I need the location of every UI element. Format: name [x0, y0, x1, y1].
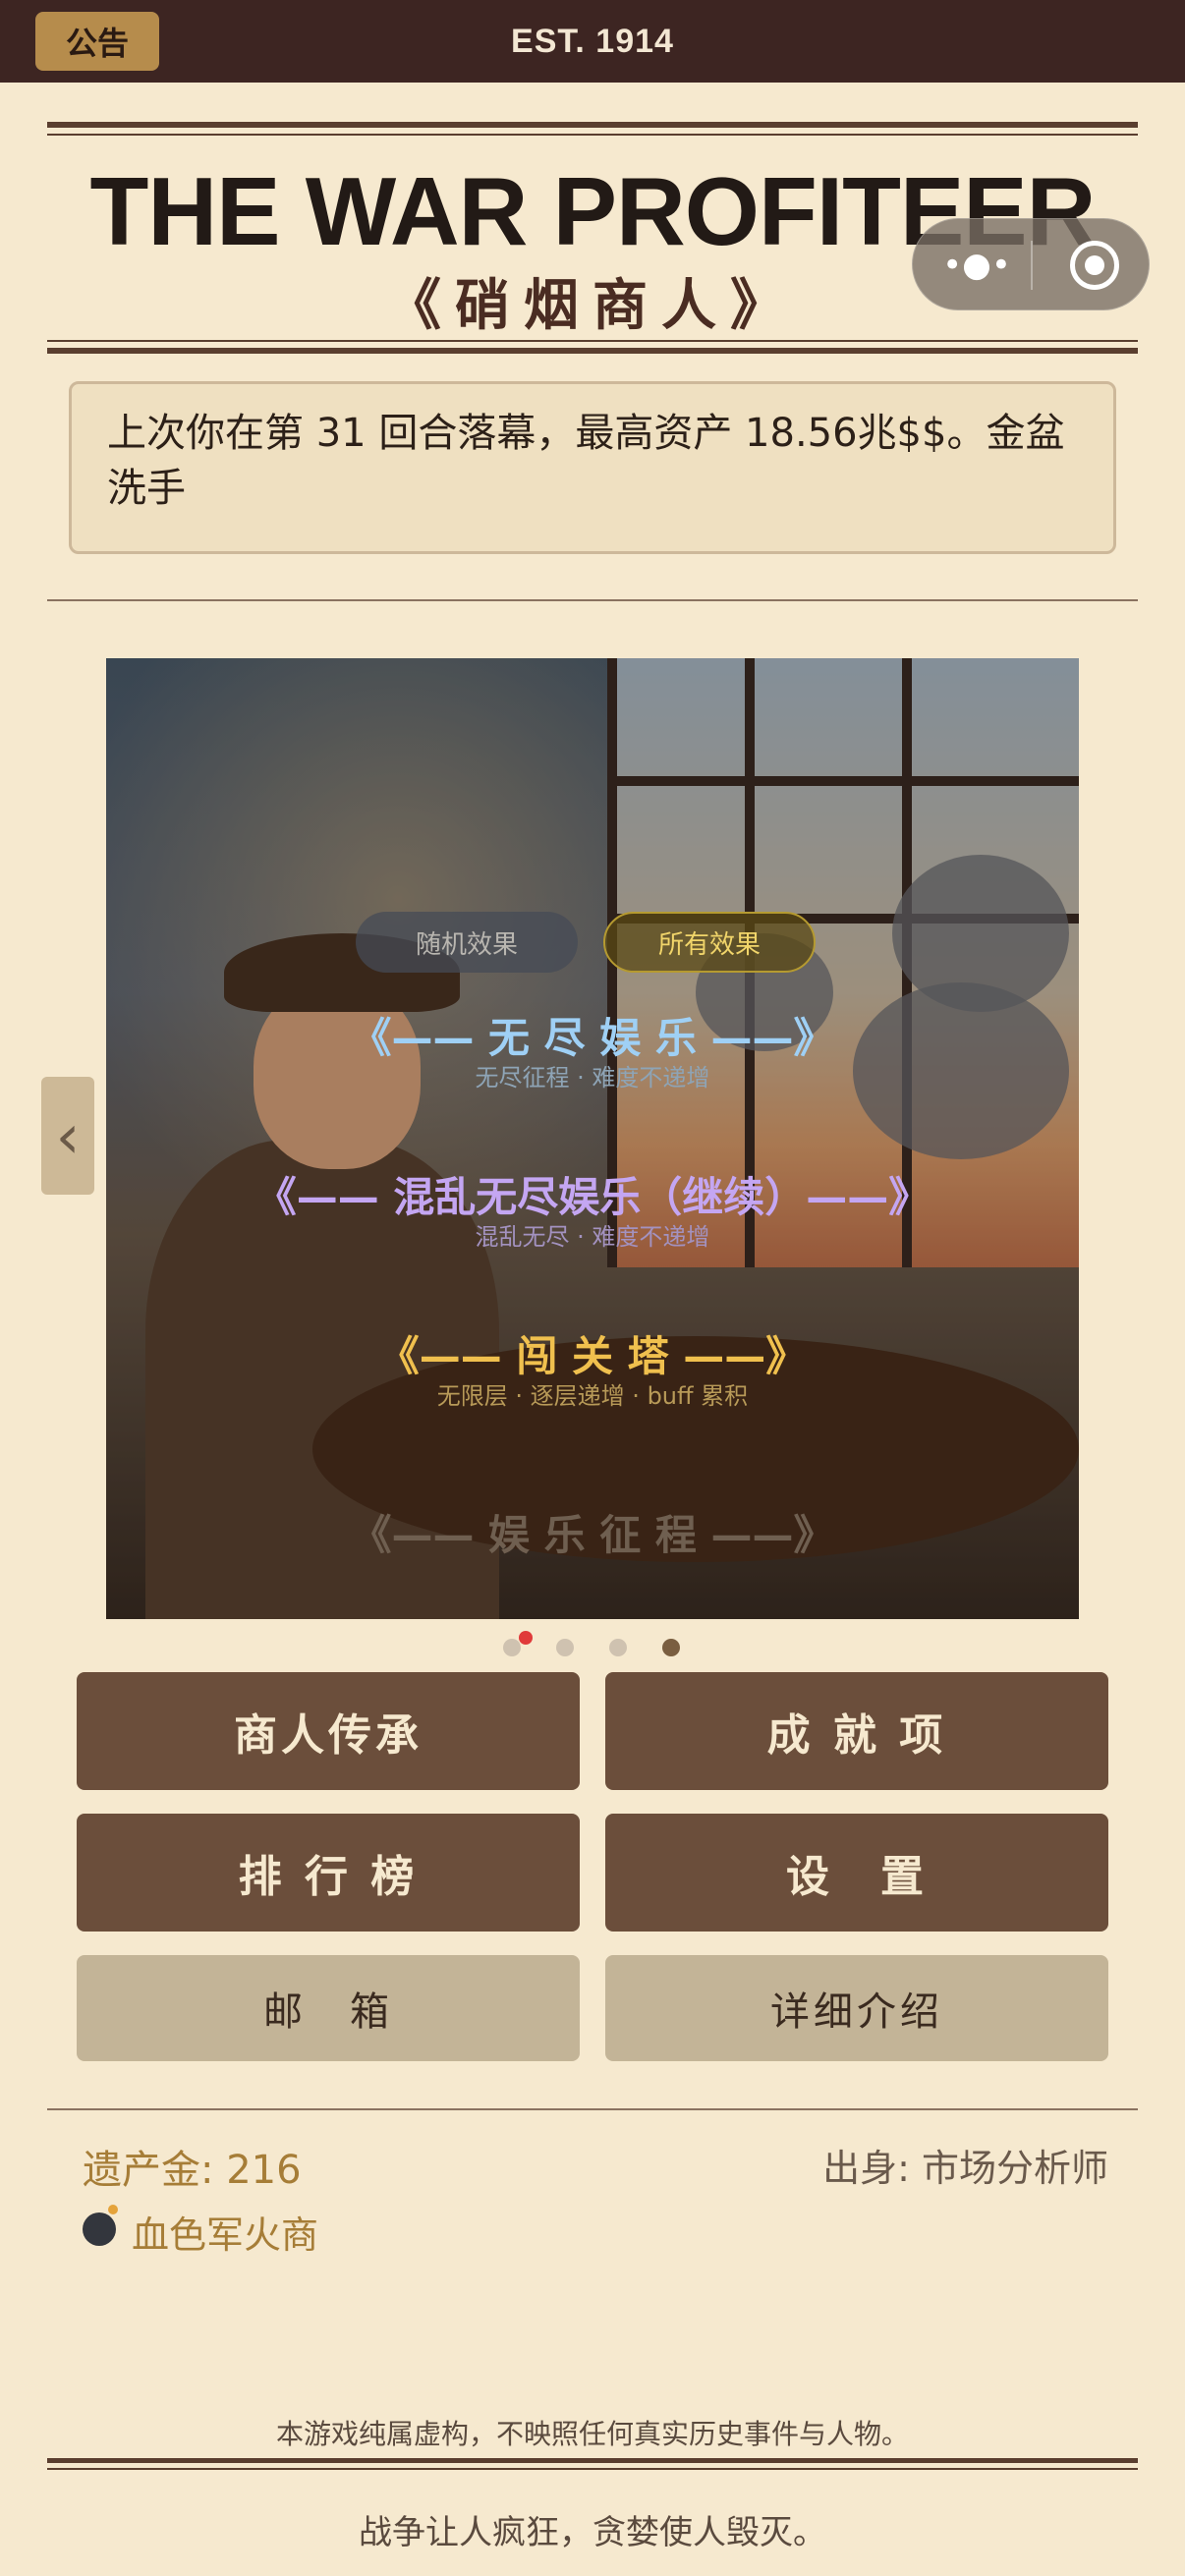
origin-label: 出身: 市场分析师 [822, 2147, 1108, 2190]
chevron-left-icon[interactable]: ‹ [41, 1077, 94, 1195]
mode-title: 《—— 闯 关 塔 ——》 [377, 1332, 808, 1380]
last-game-message: 上次你在第 31 回合落幕，最高资产 18.56兆$$。金盆洗手 [69, 381, 1116, 554]
stats-divider [47, 2108, 1138, 2110]
more-dots-icon[interactable]: •●• [942, 247, 1011, 284]
est-label: EST. 1914 [511, 22, 674, 60]
header-top-rule-thin [47, 134, 1138, 136]
target-close-icon[interactable] [1070, 241, 1119, 290]
mode-title: 《—— 娱 乐 征 程 ——》 [350, 1511, 835, 1559]
mode-subtitle: 无尽征程 · 难度不递增 [475, 1064, 710, 1092]
mode-title: 《—— 无 尽 娱 乐 ——》 [350, 1014, 835, 1062]
motto-text: 战争让人疯狂，贪婪使人毁灭。 [359, 2513, 826, 2552]
heritage-button[interactable]: 商人传承 [77, 1672, 580, 1790]
mode-subtitle: 混乱无尽 · 难度不递增 [475, 1223, 710, 1251]
header-bottom-rule-thin [47, 340, 1138, 342]
settings-button[interactable]: 设 置 [605, 1814, 1108, 1932]
mini-program-capsule: •●• [912, 218, 1150, 310]
top-bar: 公告 EST. 1914 [0, 0, 1185, 83]
carousel-dot[interactable] [662, 1639, 680, 1656]
mode-journey[interactable]: 《—— 娱 乐 征 程 ——》 [106, 1511, 1079, 1560]
leaderboard-button[interactable]: 排 行 榜 [77, 1814, 580, 1932]
mode-banner[interactable]: 随机效果 所有效果 《—— 无 尽 娱 乐 ——》 无尽征程 · 难度不递增 《… [106, 658, 1079, 1619]
carousel-dot-active[interactable] [503, 1639, 521, 1656]
player-title: 血色军火商 [132, 2213, 319, 2257]
carousel-dot-active-marker [519, 1631, 533, 1645]
capsule-divider [1031, 241, 1033, 290]
mode-subtitle: 无限层 · 逐层递增 · buff 累积 [436, 1382, 749, 1410]
section-divider [47, 599, 1138, 601]
mode-chaos-endless[interactable]: 《—— 混乱无尽娱乐（继续）——》 混乱无尽 · 难度不递增 [106, 1173, 1079, 1252]
bomb-icon [83, 2205, 118, 2246]
disclaimer-text: 本游戏纯属虚构，不映照任何真实历史事件与人物。 [275, 2418, 909, 2450]
details-button[interactable]: 详细介绍 [605, 1955, 1108, 2061]
tab-all-effects[interactable]: 所有效果 [603, 912, 816, 973]
mode-title: 《—— 混乱无尽娱乐（继续）——》 [254, 1173, 931, 1221]
banner-shade [106, 658, 1079, 1619]
legacy-gold: 遗产金: 216 [83, 2148, 302, 2193]
achievements-button[interactable]: 成 就 项 [605, 1672, 1108, 1790]
footer-rule-thin [47, 2468, 1138, 2470]
header-top-rule [47, 122, 1138, 128]
tab-random-effect[interactable]: 随机效果 [356, 912, 578, 973]
footer-rule [47, 2458, 1138, 2463]
mailbox-button[interactable]: 邮 箱 [77, 1955, 580, 2061]
header-bottom-rule [47, 348, 1138, 354]
mode-tower[interactable]: 《—— 闯 关 塔 ——》 无限层 · 逐层递增 · buff 累积 [106, 1332, 1079, 1411]
mode-endless[interactable]: 《—— 无 尽 娱 乐 ——》 无尽征程 · 难度不递增 [106, 1014, 1079, 1092]
carousel-dot[interactable] [609, 1639, 627, 1656]
carousel-dot[interactable] [556, 1639, 574, 1656]
